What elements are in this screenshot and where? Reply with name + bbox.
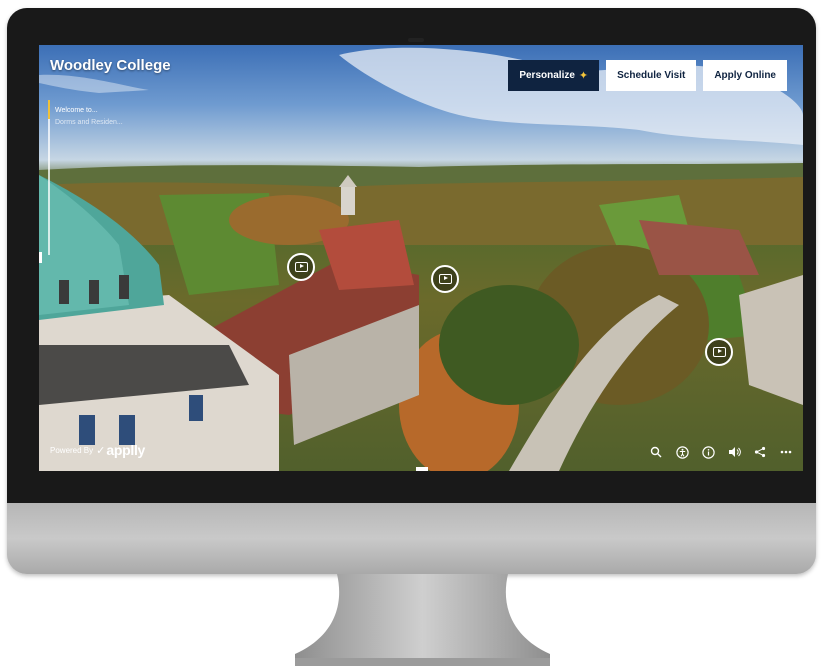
play-video-icon	[294, 262, 308, 272]
breadcrumb-current[interactable]: Welcome to...	[55, 105, 123, 117]
campus-aerial-panorama[interactable]	[39, 45, 803, 471]
video-hotspot[interactable]	[705, 338, 733, 366]
powered-by-label: Powered By	[50, 445, 94, 455]
camera	[408, 38, 424, 42]
brand-logo: applly	[106, 442, 146, 458]
info-icon	[701, 445, 715, 459]
tour-progress-bar[interactable]	[48, 100, 50, 255]
tour-progress-fill	[48, 100, 50, 119]
video-hotspot[interactable]	[287, 253, 315, 281]
share-button[interactable]	[753, 445, 767, 459]
video-hotspot[interactable]	[431, 265, 459, 293]
monitor-stand	[295, 574, 550, 666]
viewer-controls	[649, 445, 793, 459]
personalize-button[interactable]: Personalize ✦	[508, 60, 600, 91]
search-icon	[650, 446, 662, 458]
personalize-label: Personalize	[519, 70, 575, 81]
accessibility-icon	[675, 445, 689, 459]
volume-icon	[728, 447, 741, 457]
site-title[interactable]: Woodley College	[50, 57, 171, 74]
sparkle-icon: ✦	[578, 70, 589, 82]
breadcrumb-next[interactable]: Dorms and Residen...	[55, 117, 123, 129]
apply-online-button[interactable]: Apply Online	[703, 60, 787, 91]
info-button[interactable]	[701, 445, 715, 459]
accessibility-button[interactable]	[675, 445, 689, 459]
schedule-visit-button[interactable]: Schedule Visit	[606, 60, 697, 91]
bottom-edge-handle[interactable]	[416, 467, 428, 471]
tour-breadcrumbs: Welcome to... Dorms and Residen...	[55, 105, 123, 129]
share-icon	[754, 446, 766, 458]
header-actions: Personalize ✦ Schedule Visit Apply Onlin…	[508, 60, 787, 91]
more-button[interactable]	[779, 445, 793, 459]
virtual-tour-viewer[interactable]: Woodley College Personalize ✦ Schedule V…	[39, 45, 803, 471]
play-video-icon	[712, 347, 726, 357]
search-button[interactable]	[649, 445, 663, 459]
monitor-chin	[7, 503, 816, 574]
volume-button[interactable]	[727, 445, 741, 459]
powered-by[interactable]: Powered By ✓ applly	[50, 442, 145, 458]
left-edge-handle[interactable]	[39, 252, 42, 263]
play-video-icon	[438, 274, 452, 284]
brand-check-icon: ✓	[96, 444, 106, 457]
more-icon	[780, 450, 792, 454]
